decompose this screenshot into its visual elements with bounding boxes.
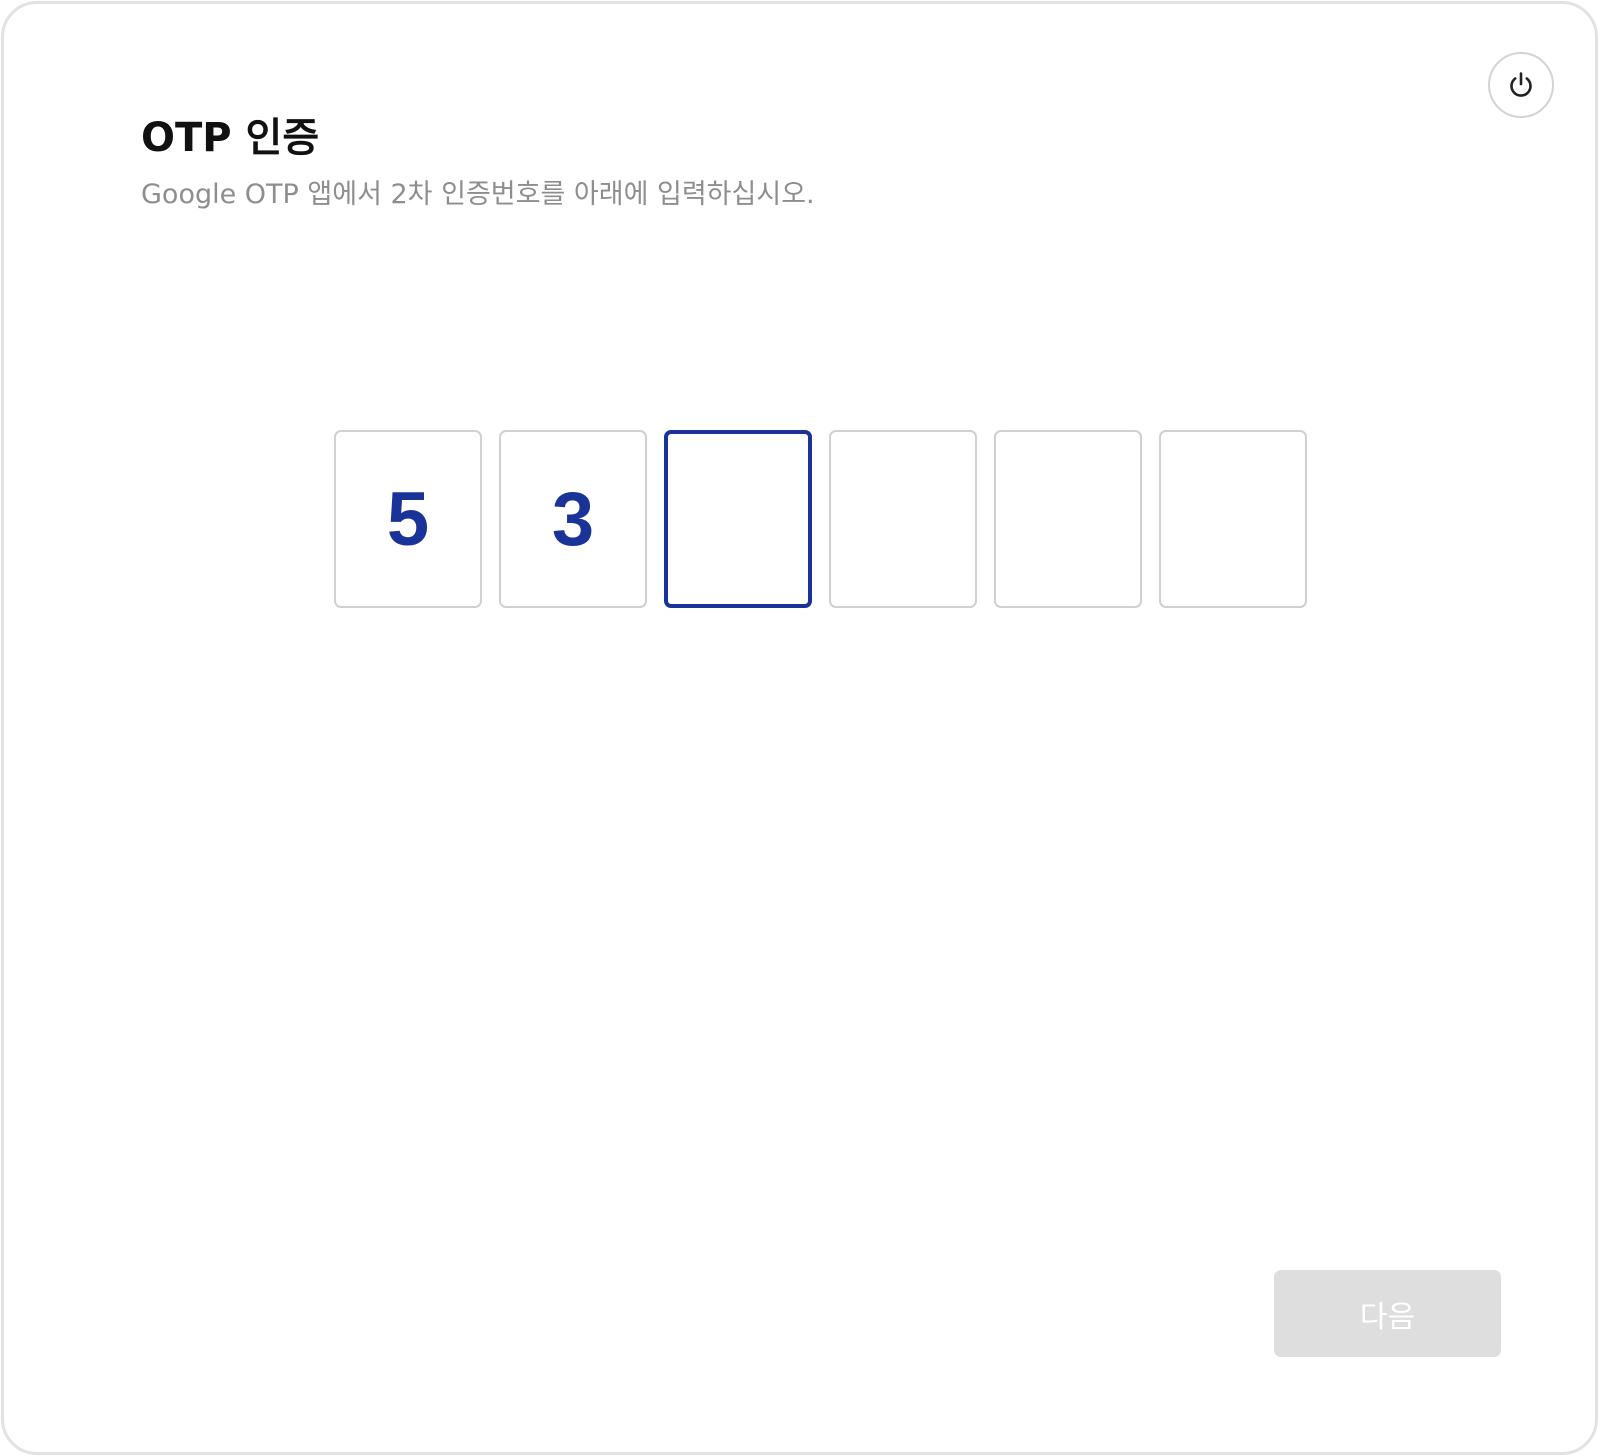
power-icon [1510, 72, 1532, 97]
otp-digit-6[interactable] [1159, 430, 1307, 608]
next-button[interactable]: 다음 [1274, 1270, 1501, 1357]
otp-digit-3[interactable] [664, 430, 812, 608]
otp-dialog: OTP 인증 Google OTP 앱에서 2차 인증번호를 아래에 입력하십시… [1, 1, 1598, 1455]
otp-digit-5[interactable] [994, 430, 1142, 608]
otp-digit-2[interactable]: 3 [499, 430, 647, 608]
otp-digit-4[interactable] [829, 430, 977, 608]
power-button[interactable] [1488, 52, 1554, 118]
page-subtitle: Google OTP 앱에서 2차 인증번호를 아래에 입력하십시오. [141, 179, 815, 210]
otp-input-group: 5 3 [334, 430, 1307, 608]
otp-digit-1[interactable]: 5 [334, 430, 482, 608]
page-title: OTP 인증 [141, 115, 320, 161]
